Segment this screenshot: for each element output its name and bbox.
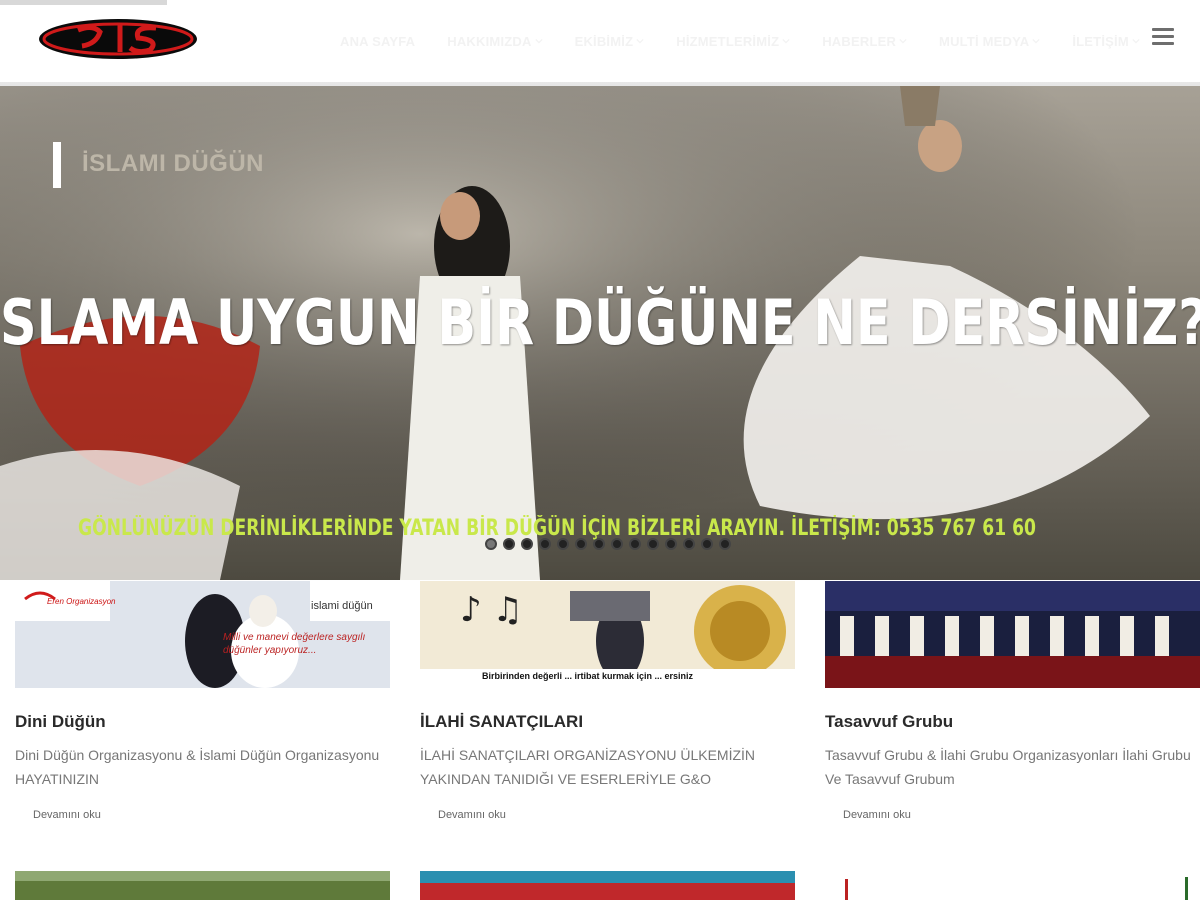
card-image-row2-3[interactable] (825, 871, 1200, 900)
site-logo[interactable] (38, 18, 198, 60)
hamburger-icon[interactable] (1152, 28, 1174, 45)
nav-item-2[interactable]: EKİBİMİZ (575, 34, 645, 49)
read-more-link[interactable]: Devamını oku (33, 809, 101, 821)
card-image-badge: islami düğün (311, 600, 373, 612)
card-title[interactable]: Dini Düğün (15, 712, 106, 732)
slider-dot[interactable] (539, 538, 551, 550)
slider-dot[interactable] (665, 538, 677, 550)
nav-label: HABERLER (822, 33, 897, 49)
card-image[interactable] (825, 581, 1200, 688)
header-accent-line (0, 0, 167, 5)
read-more-link[interactable]: Devamını oku (843, 809, 911, 821)
nav-label: MULTİ MEDYA (939, 33, 1030, 49)
hero-title: İSLAMI DÜĞÜN (82, 150, 264, 177)
slider-dot[interactable] (485, 538, 497, 550)
site-header: ANA SAYFA HAKKIMIZDA EKİBİMİZ HİZMETLERİMİZ… (0, 0, 1200, 82)
card-title[interactable]: Tasavvuf Grubu (825, 712, 953, 732)
read-more-link[interactable]: Devamını oku (438, 809, 506, 821)
slider-dot[interactable] (593, 538, 605, 550)
card-image[interactable]: Eren Organizasyon islami düğün Milli ve … (15, 581, 390, 688)
chevron-down-icon (1032, 38, 1040, 44)
slider-dot[interactable] (521, 538, 533, 550)
chevron-down-icon (899, 38, 907, 44)
slider-dot[interactable] (701, 538, 713, 550)
card-dini-dugun: Eren Organizasyon islami düğün Milli ve … (15, 581, 390, 821)
card-tasavvuf-grubu: Tasavvuf Grubu Tasavvuf Grubu & İlahi Gr… (825, 581, 1200, 821)
nav-label: ANA SAYFA (340, 33, 416, 49)
slider-pagination (485, 538, 737, 550)
slider-dot[interactable] (575, 538, 587, 550)
slider-dot[interactable] (719, 538, 731, 550)
nav-label: EKİBİMİZ (574, 33, 634, 49)
hero-headline: SLAMA UYGUN BİR DÜĞÜNE NE DERSİNİZ? (0, 286, 1200, 359)
slider-dot[interactable] (557, 538, 569, 550)
card-description: İLAHİ SANATÇILARI ORGANİZASYONU ÜLKEMİZİ… (420, 747, 756, 787)
chevron-down-icon (1132, 38, 1140, 44)
nav-item-6[interactable]: İLETİŞİM (1072, 34, 1140, 49)
slider-dot[interactable] (503, 538, 515, 550)
chevron-down-icon (782, 38, 790, 44)
nav-item-5[interactable]: MULTİ MEDYA (939, 34, 1040, 49)
chevron-down-icon (636, 38, 644, 44)
card-image-row2-2[interactable] (420, 871, 795, 900)
nav-label: HAKKIMIZDA (447, 33, 532, 49)
slider-dot[interactable] (629, 538, 641, 550)
card-ilahi-sanatcilari: ♪ ♫ Birbirinden değerli ... irtibat kurm… (420, 581, 795, 821)
card-image-caption: Milli ve manevi değerlere saygılı düğünl… (223, 632, 366, 656)
slider-dot[interactable] (611, 538, 623, 550)
slider-dot[interactable] (683, 538, 695, 550)
nav-item-0[interactable]: ANA SAYFA (340, 34, 415, 49)
card-image-brand: Eren Organizasyon (47, 597, 116, 606)
card-description: Dini Düğün Organizasyonu & İslami Düğün … (15, 747, 380, 787)
slider-dot[interactable] (647, 538, 659, 550)
nav-label: İLETİŞİM (1072, 33, 1129, 49)
card-title[interactable]: İLAHİ SANATÇILARI (420, 712, 583, 732)
chevron-down-icon (534, 38, 543, 44)
card-image-caption: Birbirinden değerli ... irtibat kurmak i… (482, 671, 694, 681)
card-image-row2-1[interactable] (15, 871, 390, 900)
nav-item-4[interactable]: HABERLER (822, 34, 907, 49)
nav-label: HİZMETLERİMİZ (676, 33, 780, 49)
card-image[interactable]: ♪ ♫ Birbirinden değerli ... irtibat kurm… (420, 581, 795, 688)
main-nav: ANA SAYFA HAKKIMIZDA EKİBİMİZ HİZMETLERİMİZ… (340, 26, 1172, 56)
svg-text:♪ ♫: ♪ ♫ (460, 590, 523, 630)
nav-item-1[interactable]: HAKKIMIZDA (447, 33, 543, 49)
card-description: Tasavvuf Grubu & İlahi Grubu Organizasyo… (825, 747, 1191, 787)
nav-item-3[interactable]: HİZMETLERİMİZ (676, 34, 790, 49)
hero-title-accent (53, 142, 61, 188)
hero-slider[interactable]: İSLAMI DÜĞÜN SLAMA UYGUN BİR DÜĞÜNE NE D… (0, 86, 1200, 580)
